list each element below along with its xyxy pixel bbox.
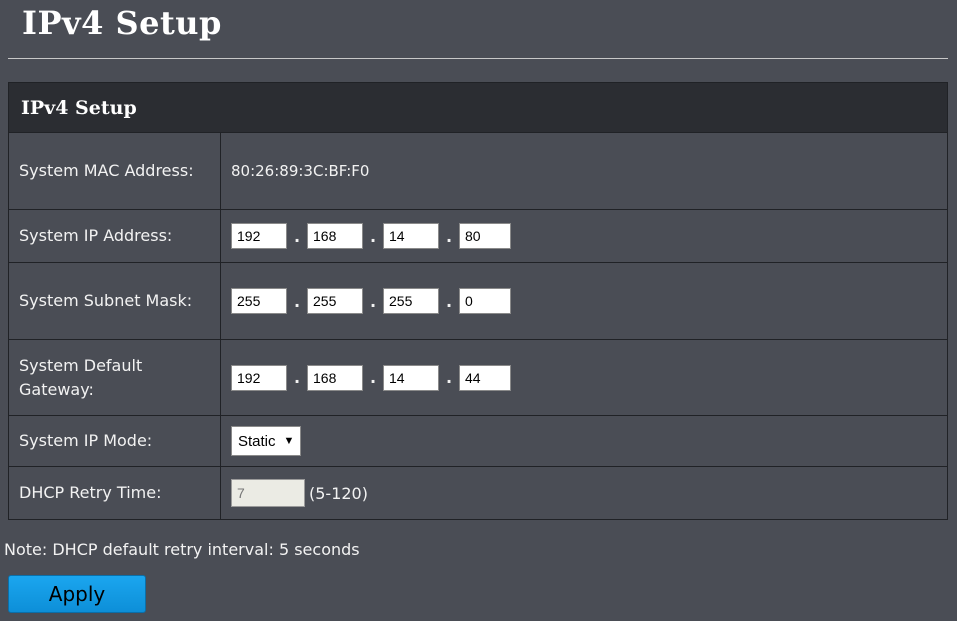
mac-address-label: System MAC Address: [9, 133, 221, 209]
ip-mode-cell: Static ▼ [221, 416, 947, 466]
mac-address-row: System MAC Address: 80:26:89:3C:BF:F0 [9, 133, 947, 210]
octet-separator: . [445, 226, 453, 246]
ip-mode-selected: Static [238, 432, 276, 450]
octet-separator: . [293, 226, 301, 246]
octet-separator: . [293, 291, 301, 311]
apply-button[interactable]: Apply [8, 575, 146, 613]
mask-octet-2-input[interactable]: 255 [307, 288, 363, 314]
gateway-octet-2-input[interactable]: 168 [307, 364, 363, 391]
octet-separator: . [369, 368, 377, 387]
default-gateway-label: System Default Gateway: [9, 340, 221, 415]
subnet-mask-row: System Subnet Mask: 255 . 255 . 255 . 0 [9, 263, 947, 340]
mask-octet-3-input[interactable]: 255 [383, 288, 439, 314]
octet-separator: . [445, 368, 453, 387]
dhcp-retry-input: 7 [231, 479, 305, 507]
octet-separator: . [369, 291, 377, 311]
default-gateway-fields: 192 . 168 . 14 . 44 [221, 340, 947, 415]
title-divider [8, 58, 948, 59]
ip-address-label: System IP Address: [9, 210, 221, 262]
subnet-mask-fields: 255 . 255 . 255 . 0 [221, 263, 947, 339]
dropdown-arrow-icon: ▼ [283, 435, 295, 447]
mask-octet-4-input[interactable]: 0 [459, 288, 511, 314]
ipv4-setup-panel: IPv4 Setup System MAC Address: 80:26:89:… [8, 82, 948, 520]
ip-octet-1-input[interactable]: 192 [231, 223, 287, 249]
default-gateway-row: System Default Gateway: 192 . 168 . 14 .… [9, 340, 947, 416]
dhcp-retry-range: (5-120) [309, 483, 368, 503]
mac-address-value: 80:26:89:3C:BF:F0 [231, 162, 370, 180]
ip-address-fields: 192 . 168 . 14 . 80 [221, 210, 947, 262]
dhcp-note: Note: DHCP default retry interval: 5 sec… [4, 540, 360, 559]
octet-separator: . [293, 368, 301, 387]
ip-octet-4-input[interactable]: 80 [459, 223, 511, 249]
dhcp-retry-label: DHCP Retry Time: [9, 467, 221, 519]
panel-header: IPv4 Setup [9, 83, 947, 133]
ip-octet-3-input[interactable]: 14 [383, 223, 439, 249]
octet-separator: . [445, 291, 453, 311]
gateway-octet-1-input[interactable]: 192 [231, 364, 287, 391]
dhcp-retry-cell: 7 (5-120) [221, 467, 947, 519]
subnet-mask-label: System Subnet Mask: [9, 263, 221, 339]
ip-mode-row: System IP Mode: Static ▼ [9, 416, 947, 467]
ip-address-row: System IP Address: 192 . 168 . 14 . 80 [9, 210, 947, 263]
ip-mode-label: System IP Mode: [9, 416, 221, 466]
octet-separator: . [369, 226, 377, 246]
mask-octet-1-input[interactable]: 255 [231, 288, 287, 314]
gateway-octet-4-input[interactable]: 44 [459, 364, 511, 391]
gateway-octet-3-input[interactable]: 14 [383, 364, 439, 391]
page-title: IPv4 Setup [22, 4, 222, 42]
ip-mode-select[interactable]: Static ▼ [231, 426, 302, 456]
dhcp-retry-row: DHCP Retry Time: 7 (5-120) [9, 467, 947, 519]
ip-octet-2-input[interactable]: 168 [307, 223, 363, 249]
